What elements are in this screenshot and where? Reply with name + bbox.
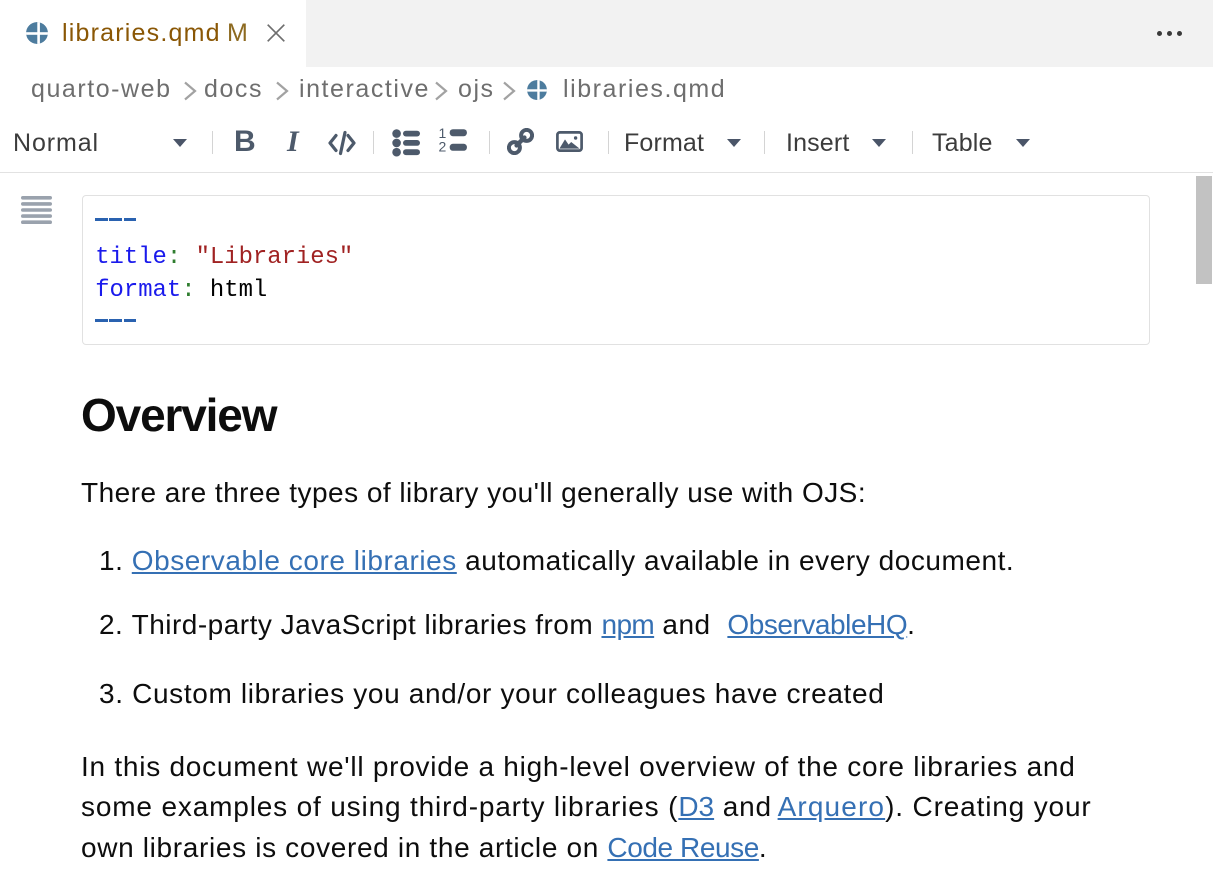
svg-text:1: 1 <box>439 128 447 141</box>
svg-text:2: 2 <box>439 139 447 155</box>
